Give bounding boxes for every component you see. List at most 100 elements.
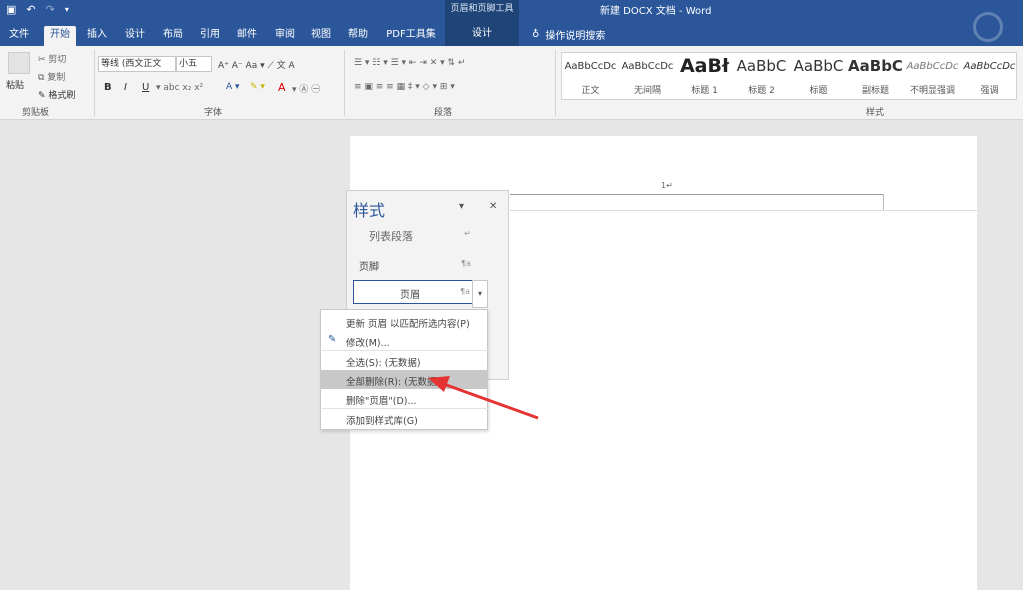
style-item-label: 列表段落 [369, 230, 413, 243]
tab-insert[interactable]: 插入 [82, 26, 112, 46]
scissors-icon: ✂ [38, 55, 49, 65]
font-color-icon[interactable]: A [278, 81, 286, 94]
style-sample: AaBł [679, 55, 730, 77]
style-dropdown-button[interactable]: ▾ [472, 280, 488, 308]
alignment-buttons[interactable]: ≡ ▣ ≡ ≡ ▦ ‡ ▾ ◇ ▾ ⊞ ▾ [354, 82, 455, 92]
window-title: 新建 DOCX 文档 - Word [600, 6, 712, 17]
watermark-icon [973, 12, 1003, 42]
styles-group-label: 样式 [866, 108, 885, 118]
copy-button[interactable]: ⧉ 复制 [38, 70, 65, 83]
header-margin-mark [883, 194, 884, 210]
tab-view[interactable]: 视图 [306, 26, 336, 46]
tab-home[interactable]: 开始 [44, 26, 76, 46]
format-painter-label: 格式刷 [48, 91, 76, 101]
page-number: 1↵ [661, 181, 673, 190]
tab-layout[interactable]: 布局 [158, 26, 188, 46]
style-name: 强调 [980, 86, 999, 96]
pane-options-icon[interactable]: ▾ [459, 201, 464, 212]
annotation-arrow-icon [428, 376, 539, 420]
menu-item-select-all[interactable]: 全选(S): (无数据) [321, 351, 487, 370]
font-name-select[interactable]: 等线 (西文正文 [98, 56, 176, 72]
context-tool-group: 页眉和页脚工具 [445, 0, 519, 22]
cut-button[interactable]: ✂ 剪切 [38, 52, 66, 65]
quick-access-toolbar: ▣ ↶ ↷ ▾ [6, 3, 69, 16]
menu-item-label: 添加到样式库(G) [346, 416, 418, 427]
styles-pane-item-list-paragraph[interactable]: 列表段落 ↵ [353, 223, 475, 247]
styles-pane-title: 样式 [353, 201, 386, 220]
paragraph-group-label: 段落 [434, 108, 453, 118]
font-size-select[interactable]: 小五 [176, 56, 212, 72]
tab-references[interactable]: 引用 [195, 26, 225, 46]
style-no-spacing[interactable]: AaBbCcDc 无间隔 [619, 53, 676, 99]
italic-button[interactable]: I [124, 82, 127, 93]
tell-me-search[interactable]: ♁ 操作说明搜索 [532, 27, 605, 42]
linked-style-icon: ¶a [461, 259, 471, 268]
tab-help[interactable]: 帮助 [343, 26, 373, 46]
lightbulb-icon: ♁ [532, 29, 540, 40]
tab-mailings[interactable]: 邮件 [232, 26, 262, 46]
style-sample: AaBbC [848, 57, 903, 75]
clipboard-icon [8, 52, 30, 74]
ribbon-tabs: 文件 开始 插入 设计 布局 引用 邮件 审阅 视图 帮助 PDF工具集 设计 [0, 22, 1023, 46]
style-sample: AaBbCcDc [963, 61, 1016, 72]
style-normal[interactable]: AaBbCcDc 正文 [562, 53, 619, 99]
text-effects-icon[interactable]: A ▾ [226, 82, 240, 92]
menu-item-label: 更新 页眉 以匹配所选内容(P) [346, 319, 470, 330]
font-grow-shrink-icons[interactable]: A⁺ A⁻ Aa ▾ ⟋ 文 A [218, 58, 295, 71]
copy-icon: ⧉ [38, 73, 48, 83]
tab-file[interactable]: 文件 [4, 26, 34, 46]
brush-icon: ✎ [38, 91, 49, 101]
header-border-line [510, 194, 884, 195]
style-name: 标题 2 [748, 86, 775, 96]
customize-qat-icon[interactable]: ▾ [65, 5, 69, 14]
highlight-icon[interactable]: ✎ ▾ [250, 82, 265, 92]
tab-design[interactable]: 设计 [120, 26, 150, 46]
menu-item-modify[interactable]: ✎ 修改(M)... [321, 331, 487, 350]
paragraph-mark-icon: ↵ [464, 229, 471, 238]
style-sample: AaBbCcDc [564, 61, 617, 72]
style-title[interactable]: AaBbC 标题 [790, 53, 847, 99]
font-effects-icons[interactable]: ▾ abc x₂ x² [156, 83, 203, 93]
style-name: 标题 1 [691, 86, 718, 96]
menu-item-label: 修改(M)... [346, 338, 390, 349]
style-name: 不明显强调 [909, 86, 955, 96]
divider [94, 50, 95, 116]
style-subtle-emphasis[interactable]: AaBbCcDc 不明显强调 [904, 53, 961, 99]
close-icon[interactable]: ✕ [489, 201, 497, 212]
arrow-head [428, 376, 450, 392]
linked-style-icon: ¶a [460, 287, 470, 296]
copy-label: 复制 [47, 73, 66, 83]
styles-pane-item-footer[interactable]: 页脚 ¶a [353, 253, 475, 277]
save-icon[interactable]: ▣ [6, 3, 16, 16]
header-separator [510, 210, 977, 211]
undo-icon[interactable]: ↶ [26, 3, 35, 16]
style-subtitle[interactable]: AaBbC 副标题 [847, 53, 904, 99]
menu-item-label: 全选(S): (无数据) [346, 358, 421, 369]
style-heading-2[interactable]: AaBbC 标题 2 [733, 53, 790, 99]
font-group-label: 字体 [204, 108, 223, 118]
style-heading-1[interactable]: AaBł 标题 1 [676, 53, 733, 99]
style-emphasis[interactable]: AaBbCcDc 强调 [961, 53, 1018, 99]
style-name: 无间隔 [633, 86, 661, 96]
menu-item-update-style[interactable]: 更新 页眉 以匹配所选内容(P) [321, 312, 487, 331]
modify-icon: ✎ [328, 334, 337, 345]
styles-pane-item-header[interactable]: 页眉 ¶a [353, 280, 475, 304]
paste-button[interactable]: 粘贴 [6, 78, 24, 91]
styles-gallery: AaBbCcDc 正文 AaBbCcDc 无间隔 AaBł 标题 1 AaBbC… [561, 52, 1017, 100]
format-painter-button[interactable]: ✎ 格式刷 [38, 88, 75, 101]
tab-pdf-tools[interactable]: PDF工具集 [382, 26, 440, 46]
arrow-shaft [437, 380, 539, 420]
divider [344, 50, 345, 116]
title-bar: ▣ ↶ ↷ ▾ 页眉和页脚工具 新建 DOCX 文档 - Word [0, 0, 1023, 22]
tab-review[interactable]: 审阅 [270, 26, 300, 46]
char-shading-icons[interactable]: ▾ Ⓐ ㊀ [292, 82, 320, 95]
style-name: 副标题 [861, 86, 889, 96]
bold-button[interactable]: B [104, 82, 112, 93]
list-buttons[interactable]: ☰ ▾ ☷ ▾ ☰ ▾ ⇤ ⇥ ✕ ▾ ⇅ ↵ [354, 58, 465, 68]
tab-header-footer-design[interactable]: 设计 [445, 22, 519, 46]
style-name: 正文 [581, 86, 600, 96]
underline-button[interactable]: U [142, 82, 149, 93]
redo-icon[interactable]: ↷ [46, 3, 55, 16]
cut-label: 剪切 [48, 55, 67, 65]
clipboard-group-label: 剪贴板 [22, 108, 50, 118]
